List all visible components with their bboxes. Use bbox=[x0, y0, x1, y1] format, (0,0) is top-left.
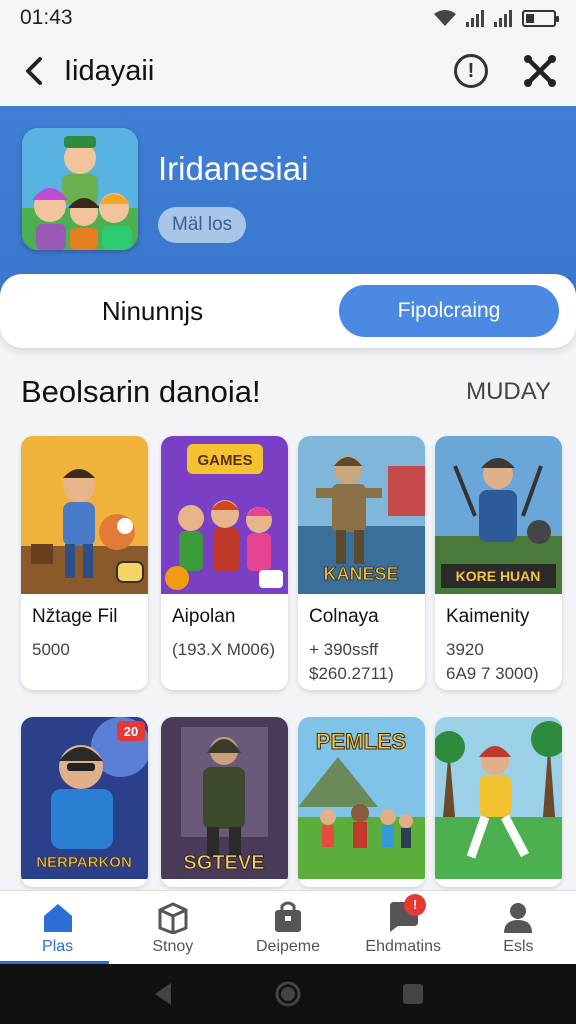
game-card-art-text: KORE HUAN bbox=[456, 568, 541, 584]
game-card[interactable]: 20 NERPARKON bbox=[21, 717, 148, 887]
game-card-image: GAMES bbox=[161, 436, 288, 594]
section-title: Beolsarin danoia! bbox=[21, 374, 261, 409]
game-card-image bbox=[21, 436, 148, 594]
wifi-icon bbox=[434, 10, 456, 26]
info-button[interactable]: ! bbox=[454, 54, 488, 88]
nav-item-stnoy[interactable]: Stnoy bbox=[115, 891, 230, 964]
game-card[interactable]: KORE HUAN Kaimenity 3920 6A9 7 3000) bbox=[435, 436, 562, 690]
close-button[interactable] bbox=[522, 53, 558, 89]
game-card-meta: (193.X M006) bbox=[172, 640, 275, 659]
game-card-image: 20 NERPARKON bbox=[21, 717, 148, 879]
chat-icon-wrap: ! bbox=[386, 893, 427, 934]
signal-icon-2 bbox=[494, 9, 512, 27]
game-card[interactable]: KANESE Colnaya + 390ssff $260.2711) bbox=[298, 436, 425, 690]
nav-label: Plas bbox=[42, 937, 74, 955]
user-icon bbox=[504, 902, 533, 933]
game-card-meta: + 390ssff $260.2711) bbox=[309, 640, 394, 683]
game-card-badge: 20 bbox=[124, 724, 138, 739]
game-card[interactable]: SGTEVE bbox=[161, 717, 288, 887]
game-card-image: SGTEVE bbox=[161, 717, 288, 879]
bag-icon bbox=[275, 901, 301, 932]
home-icon bbox=[43, 903, 72, 932]
nav-item-deipeme[interactable]: Deipeme bbox=[230, 891, 345, 964]
nav-item-esls[interactable]: Esls bbox=[461, 891, 576, 964]
signal-icon bbox=[466, 9, 484, 27]
game-card-title: Aipolan bbox=[172, 606, 236, 627]
chevron-left-icon bbox=[26, 57, 42, 85]
home-circle-icon[interactable] bbox=[274, 980, 302, 1008]
game-card[interactable] bbox=[435, 717, 562, 887]
back-button[interactable] bbox=[18, 51, 50, 91]
game-card-title: Colnaya bbox=[309, 606, 379, 627]
back-triangle-icon[interactable] bbox=[149, 980, 177, 1008]
recents-square-icon[interactable] bbox=[399, 980, 427, 1008]
app-title: Iidayaii bbox=[64, 54, 155, 87]
nav-label: Ehdmatins bbox=[365, 937, 441, 955]
nav-label: Deipeme bbox=[255, 937, 321, 955]
game-card-art-text: KANESE bbox=[323, 564, 398, 584]
bottom-nav: Plas Stnoy Deipeme ! Ehdmatins Esls bbox=[0, 890, 576, 964]
info-icon: ! bbox=[467, 59, 475, 82]
status-icons bbox=[434, 9, 559, 27]
game-card[interactable]: GAMES Aipolan (193.X M006) bbox=[161, 436, 288, 690]
game-card-image: PEMLES bbox=[298, 717, 425, 879]
game-card-art-text: GAMES bbox=[197, 452, 252, 469]
game-card-meta: 3920 6A9 7 3000) bbox=[446, 640, 539, 683]
game-card-art-text: SGTEVE bbox=[183, 852, 264, 874]
system-nav-bar bbox=[0, 964, 576, 1024]
game-card-image: KANESE bbox=[298, 436, 425, 594]
game-card-image bbox=[435, 717, 562, 879]
hero-title: Iridanesiai bbox=[158, 150, 309, 187]
app-actions: ! bbox=[454, 53, 558, 89]
box-icon bbox=[158, 901, 188, 934]
hero-game-image[interactable] bbox=[22, 128, 138, 250]
game-card-title: Kaimenity bbox=[446, 606, 530, 627]
nav-item-plas[interactable]: Plas bbox=[0, 891, 115, 964]
game-card-title: Nžtage Fil bbox=[32, 606, 118, 627]
section-header: Beolsarin danoia! MUDAY bbox=[21, 374, 551, 410]
game-card-art-text: PEMLES bbox=[316, 729, 406, 754]
hero-badge[interactable]: Mäl los bbox=[158, 207, 247, 243]
segmented-toggle: Ninunnjs Fipolcraing bbox=[0, 274, 576, 348]
status-bar: 01:43 bbox=[0, 0, 576, 36]
status-time: 01:43 bbox=[20, 6, 73, 29]
toggle-option-left[interactable]: Ninunnjs bbox=[0, 296, 305, 327]
game-card-image: KORE HUAN bbox=[435, 436, 562, 594]
battery-icon bbox=[522, 9, 559, 27]
nav-item-ehdmatins[interactable]: ! Ehdmatins bbox=[346, 891, 461, 964]
nav-label: Stnoy bbox=[152, 937, 194, 955]
section-more-link[interactable]: MUDAY bbox=[466, 378, 551, 406]
notification-badge: ! bbox=[404, 893, 427, 916]
game-card-art-text: NERPARKON bbox=[36, 854, 132, 871]
toggle-option-right[interactable]: Fipolcraing bbox=[339, 285, 559, 337]
game-card[interactable]: Nžtage Fil 5000 bbox=[21, 436, 148, 690]
nav-label: Esls bbox=[503, 937, 534, 955]
game-card[interactable]: PEMLES bbox=[298, 717, 425, 887]
game-card-meta: 5000 bbox=[32, 640, 70, 659]
app-bar: Iidayaii ! bbox=[0, 36, 576, 106]
